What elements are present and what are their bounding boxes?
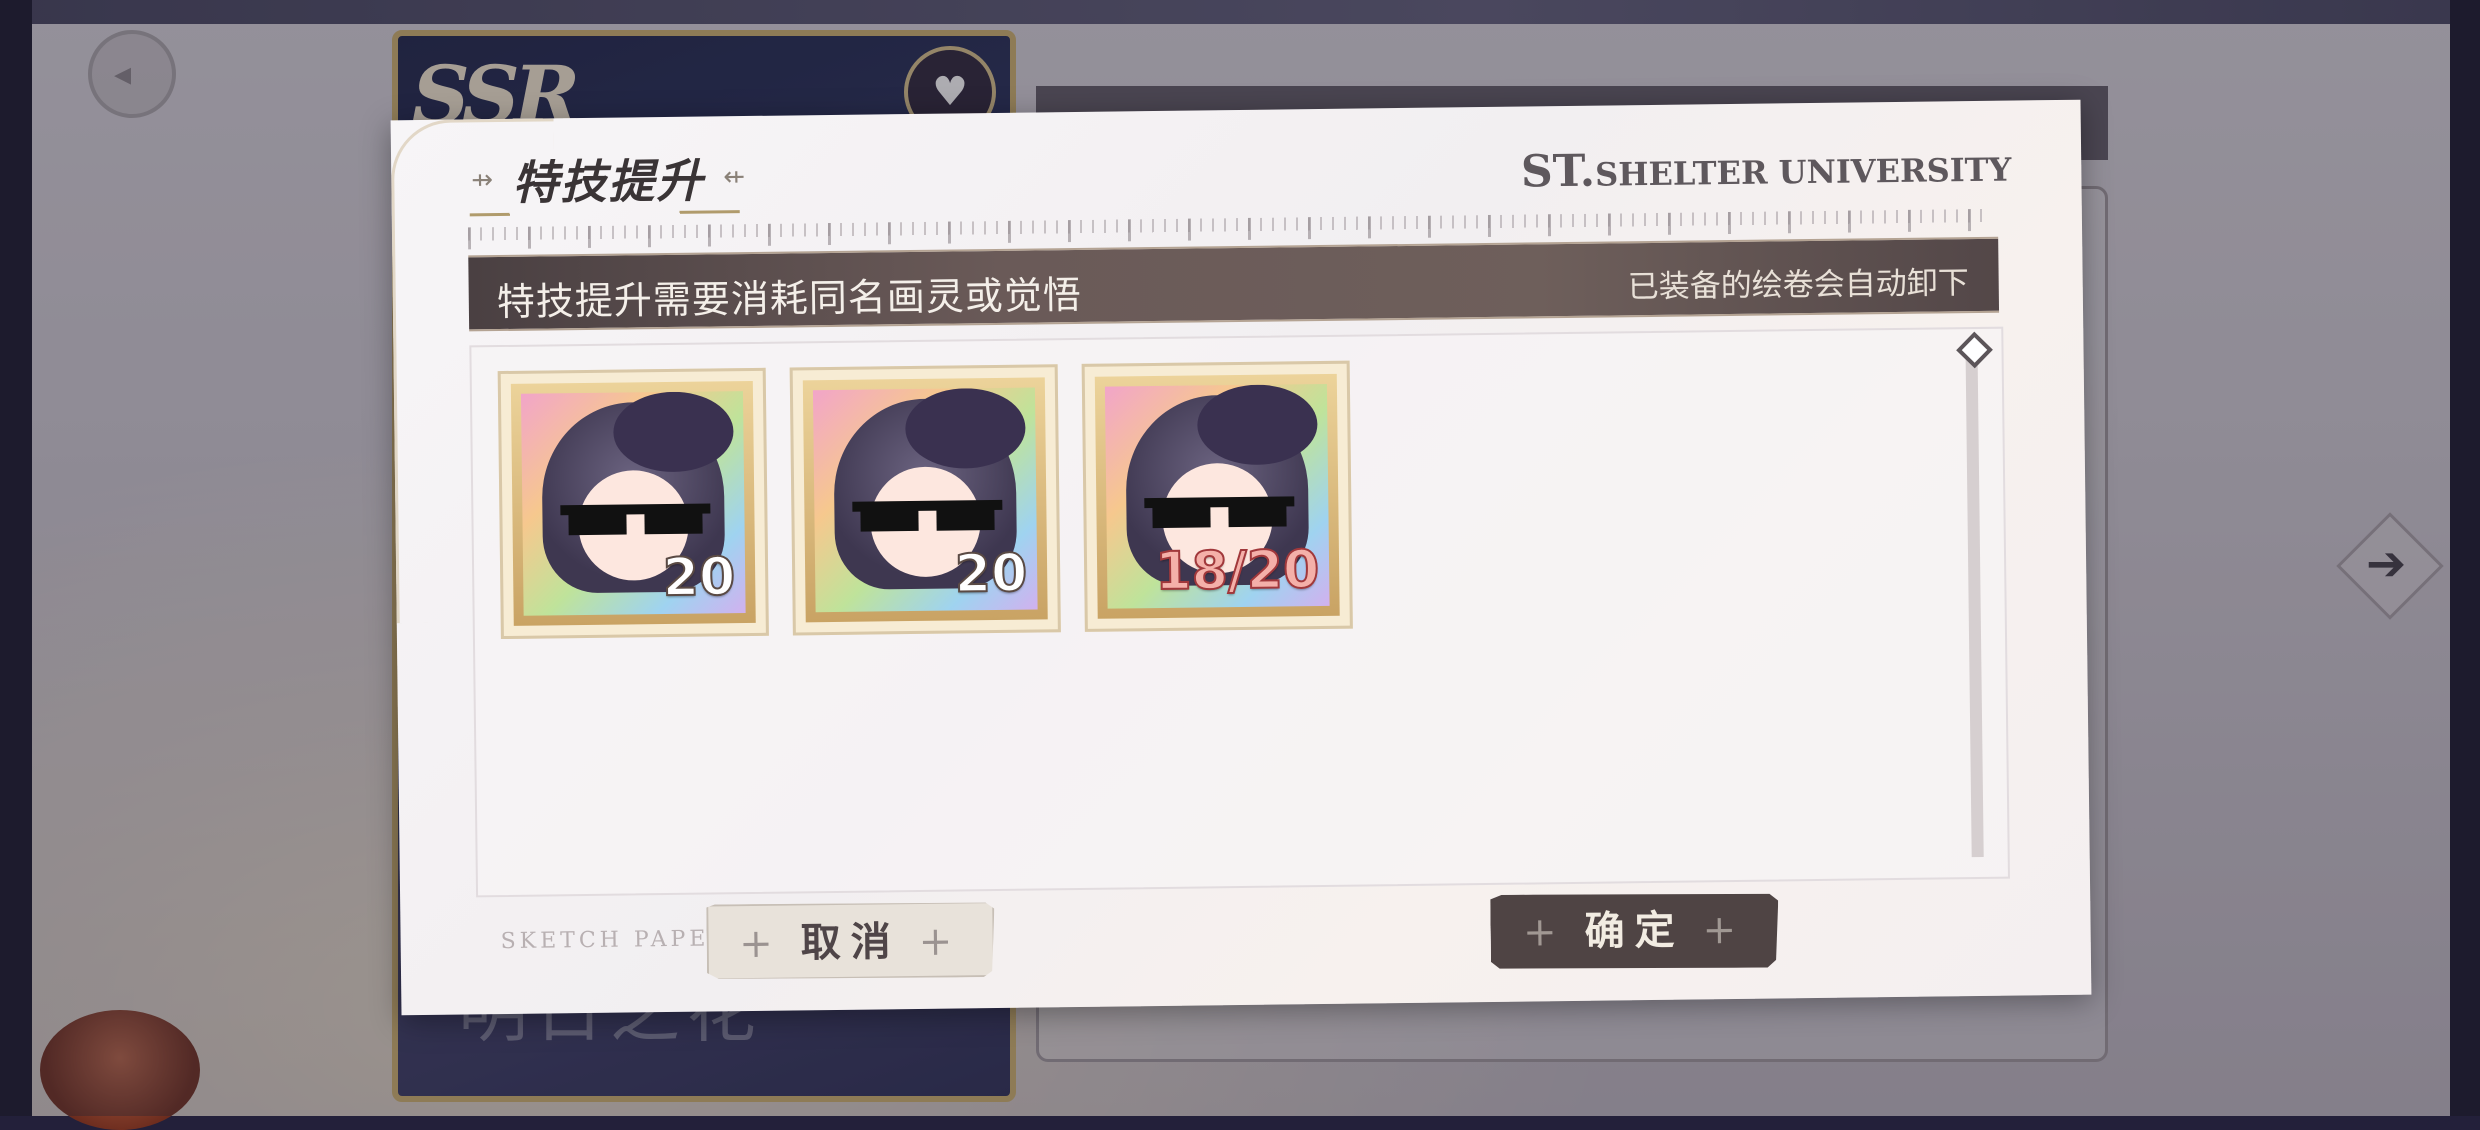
scrollbar-track[interactable] bbox=[1965, 352, 1984, 858]
material-frame: 18/20 bbox=[1094, 373, 1340, 619]
title-arrow-icon: ⇸ bbox=[471, 165, 494, 196]
material-frame: 20 bbox=[510, 380, 756, 626]
dialog-title-row: ⇸ 特技提升 ⇷ bbox=[471, 144, 746, 211]
confirm-button[interactable]: + 确定 + bbox=[1490, 891, 1779, 971]
material-count-insufficient: 18/20 bbox=[1154, 539, 1320, 603]
material-count: 20 bbox=[953, 543, 1028, 606]
requirement-text: 特技提升需要消耗同名画灵或觉悟 bbox=[496, 272, 1083, 325]
title-arrow-icon: ⇷ bbox=[723, 162, 746, 193]
material-list[interactable]: 20 20 18/20 bbox=[469, 326, 2010, 898]
sketch-paper-label: SKETCH PAPER bbox=[500, 926, 731, 955]
material-card[interactable]: 18/20 bbox=[1081, 360, 1353, 632]
dialog-title: 特技提升 bbox=[511, 153, 705, 210]
scrollbar-thumb[interactable] bbox=[1956, 331, 1993, 369]
character-portrait: 18/20 bbox=[1104, 383, 1330, 609]
info-bar: 特技提升需要消耗同名画灵或觉悟 已装备的绘卷会自动卸下 bbox=[468, 236, 2000, 332]
material-card[interactable]: 20 bbox=[497, 367, 769, 640]
cancel-label: 取消 bbox=[800, 918, 901, 967]
plus-icon: + bbox=[1522, 909, 1567, 956]
material-card[interactable]: 20 bbox=[789, 364, 1061, 636]
plus-icon: + bbox=[918, 918, 963, 965]
material-count: 20 bbox=[661, 546, 736, 609]
brand-logo: ST.SHELTER UNIVERSITY bbox=[1521, 141, 2012, 198]
confirm-label: 确定 bbox=[1584, 906, 1685, 955]
sunglasses-icon bbox=[560, 503, 711, 536]
cancel-button[interactable]: + 取消 + bbox=[706, 901, 995, 981]
material-frame: 20 bbox=[802, 377, 1048, 623]
plus-icon: + bbox=[1702, 906, 1747, 954]
brand-prefix: ST. bbox=[1520, 145, 1596, 198]
character-portrait: 20 bbox=[520, 391, 746, 616]
brand-name: SHELTER UNIVERSITY bbox=[1594, 150, 2012, 194]
sunglasses-icon bbox=[852, 499, 1003, 532]
auto-unequip-note: 已装备的绘卷会自动卸下 bbox=[1627, 265, 1969, 306]
skill-upgrade-dialog: ⇸ 特技提升 ⇷ ST.SHELTER UNIVERSITY 特技提升需要消耗同… bbox=[390, 99, 2092, 1016]
plus-icon: + bbox=[738, 920, 783, 968]
character-portrait: 20 bbox=[812, 387, 1038, 613]
sunglasses-icon bbox=[1144, 496, 1295, 529]
